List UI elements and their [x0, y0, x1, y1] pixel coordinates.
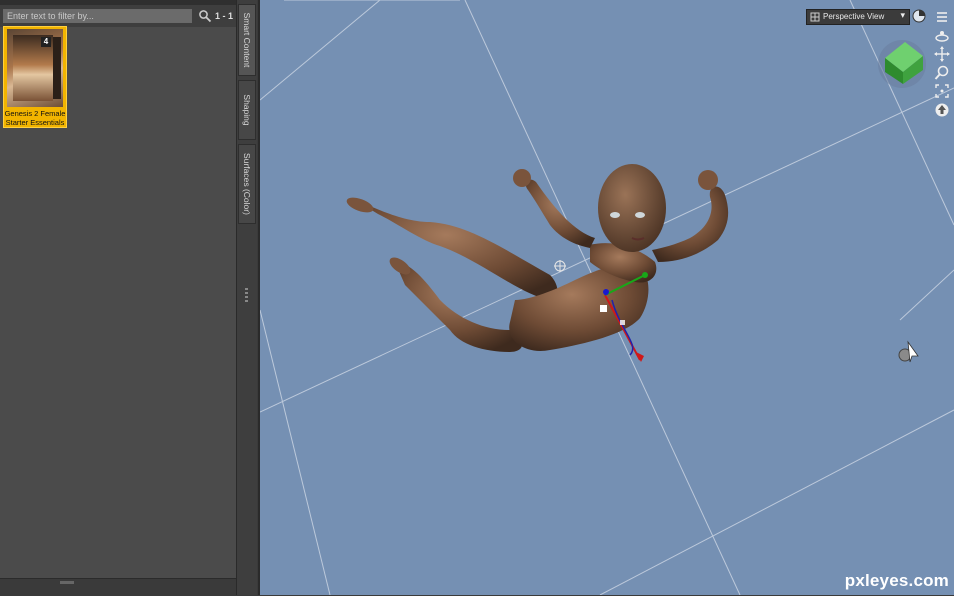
product-thumbnail: 4	[7, 29, 63, 107]
mouse-cursor-icon	[898, 340, 919, 363]
resize-handle[interactable]	[60, 581, 74, 584]
tab-shaping[interactable]: Shaping	[238, 80, 256, 140]
splitter-grip[interactable]	[245, 288, 248, 302]
side-tab-strip: Smart Content Shaping Surfaces (Color)	[236, 0, 257, 595]
product-tile[interactable]: 4 Genesis 2 Female Starter Essentials	[3, 26, 67, 128]
viewport-menu-icon[interactable]	[934, 9, 950, 25]
frame-icon[interactable]	[934, 83, 950, 99]
tab-label: Surfaces (Color)	[242, 153, 252, 215]
viewport-scene	[260, 0, 954, 595]
content-library-panel: 1 - 1 4 Genesis 2 Female Starter Essenti…	[0, 0, 236, 596]
search-icon[interactable]	[198, 9, 212, 23]
tab-surfaces[interactable]: Surfaces (Color)	[238, 144, 256, 224]
result-count: 1 - 1	[215, 11, 234, 21]
view-select-label: Perspective View	[823, 12, 885, 21]
filter-input[interactable]	[3, 9, 192, 23]
filter-bar: 1 - 1	[0, 5, 236, 27]
watermark: pxleyes.com	[844, 571, 949, 590]
pan-icon[interactable]	[934, 46, 950, 62]
tab-label: Shaping	[242, 94, 252, 126]
reset-view-icon[interactable]	[934, 102, 950, 118]
product-name: Genesis 2 Female Starter Essentials	[4, 109, 66, 127]
genesis-figure[interactable]	[345, 164, 729, 352]
chevron-down-icon: ▾	[900, 10, 905, 20]
zoom-icon[interactable]	[934, 65, 950, 81]
camera-view-icon	[810, 12, 820, 22]
product-version-badge: 4	[41, 37, 51, 47]
perspective-view-select[interactable]: Perspective View ▾	[806, 9, 910, 25]
draw-style-icon[interactable]	[912, 9, 928, 25]
orbit-icon[interactable]	[934, 28, 950, 44]
tab-smart-content[interactable]: Smart Content	[238, 4, 256, 76]
view-cube[interactable]	[878, 40, 926, 88]
product-box-side	[53, 37, 61, 99]
panel-footer	[0, 578, 236, 596]
3d-viewport[interactable]: Perspective View ▾ pxleyes.com	[258, 0, 954, 595]
tab-label: Smart Content	[242, 12, 252, 68]
